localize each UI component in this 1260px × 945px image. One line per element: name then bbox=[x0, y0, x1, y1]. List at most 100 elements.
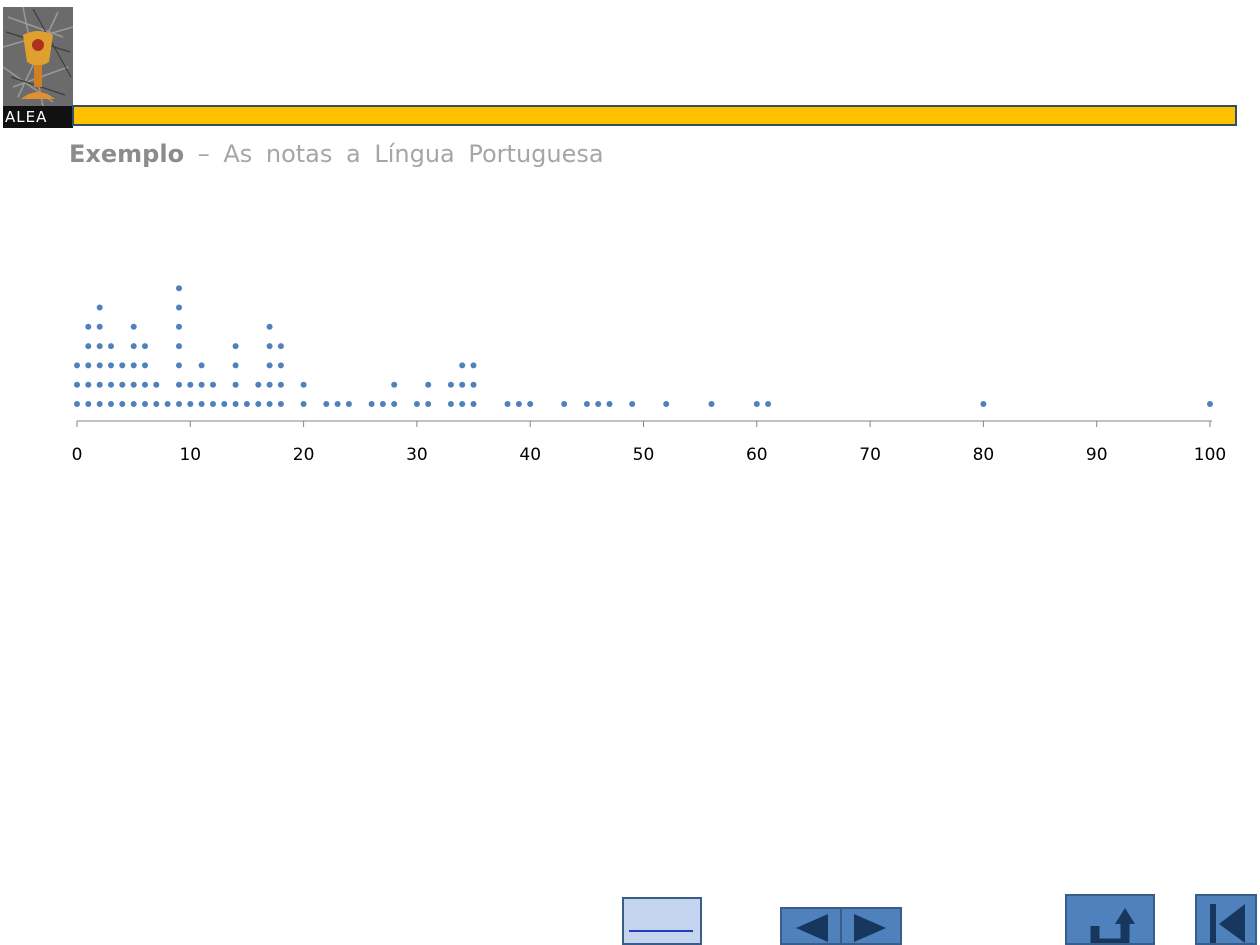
data-point bbox=[413, 401, 420, 407]
x-tick-label: 100 bbox=[1194, 445, 1226, 465]
data-point bbox=[187, 381, 194, 388]
data-point bbox=[198, 401, 205, 407]
data-point bbox=[119, 401, 126, 407]
data-point bbox=[606, 401, 613, 407]
data-point bbox=[96, 304, 103, 311]
data-point bbox=[142, 401, 148, 407]
x-tick-label: 70 bbox=[859, 445, 881, 465]
data-point bbox=[527, 401, 534, 407]
data-point bbox=[266, 362, 273, 369]
data-point bbox=[595, 401, 602, 407]
data-point bbox=[266, 323, 273, 330]
data-point bbox=[74, 401, 80, 407]
data-point bbox=[176, 381, 182, 388]
data-point bbox=[459, 401, 466, 407]
data-point bbox=[232, 362, 239, 369]
data-point bbox=[96, 381, 103, 388]
x-axis-ticks: 0 10 20 30 40 50 60 70 80 90 100 bbox=[72, 421, 1226, 465]
data-point bbox=[334, 401, 341, 407]
data-point bbox=[153, 381, 160, 388]
blank-link-button[interactable] bbox=[622, 897, 702, 945]
x-tick-label: 60 bbox=[746, 445, 768, 465]
link-underline bbox=[629, 930, 693, 932]
data-point bbox=[583, 401, 590, 407]
data-point bbox=[232, 381, 239, 388]
data-point bbox=[142, 362, 148, 369]
return-button[interactable] bbox=[1065, 894, 1155, 945]
data-point bbox=[708, 401, 715, 407]
data-point bbox=[96, 401, 103, 407]
data-point bbox=[187, 401, 194, 407]
data-point bbox=[447, 401, 454, 407]
data-point bbox=[277, 362, 284, 369]
page-title: Exemplo – As notas a Língua Portuguesa bbox=[69, 140, 604, 168]
data-point bbox=[300, 381, 307, 388]
next-button[interactable] bbox=[840, 907, 902, 945]
data-point bbox=[221, 401, 228, 407]
data-point bbox=[300, 401, 307, 407]
data-point bbox=[459, 362, 466, 369]
triangle-right-icon bbox=[854, 914, 886, 942]
data-point bbox=[176, 362, 182, 369]
chalice-icon bbox=[3, 7, 73, 106]
data-point bbox=[85, 362, 92, 369]
data-point bbox=[85, 343, 92, 350]
u-turn-arrow-icon bbox=[1090, 908, 1135, 943]
data-point bbox=[243, 401, 250, 407]
data-point bbox=[1207, 401, 1213, 407]
data-point bbox=[323, 401, 330, 407]
data-point bbox=[108, 381, 114, 388]
data-point bbox=[130, 362, 137, 369]
data-point bbox=[277, 381, 284, 388]
title-bar bbox=[72, 105, 1237, 126]
data-point bbox=[277, 343, 284, 350]
logo-text: ALEA bbox=[3, 106, 73, 128]
first-slide-button[interactable] bbox=[1195, 894, 1257, 945]
data-point bbox=[210, 401, 216, 407]
data-point bbox=[130, 401, 137, 407]
data-point bbox=[108, 401, 114, 407]
data-point bbox=[266, 401, 273, 407]
data-point bbox=[176, 343, 182, 350]
data-point bbox=[130, 381, 137, 388]
data-point bbox=[142, 343, 148, 350]
data-point bbox=[74, 362, 80, 369]
data-point bbox=[232, 401, 239, 407]
data-point bbox=[85, 323, 92, 330]
data-point bbox=[198, 362, 205, 369]
x-tick-label: 40 bbox=[519, 445, 541, 465]
data-point bbox=[266, 343, 273, 350]
data-point bbox=[277, 401, 284, 407]
data-point bbox=[425, 401, 432, 407]
data-point bbox=[255, 381, 262, 388]
data-point bbox=[176, 285, 182, 292]
x-tick-label: 50 bbox=[633, 445, 655, 465]
data-point bbox=[176, 304, 182, 311]
data-point bbox=[425, 381, 432, 388]
page-title-bold: Exemplo bbox=[69, 140, 185, 168]
previous-button[interactable] bbox=[780, 907, 842, 945]
data-point bbox=[470, 362, 477, 369]
x-tick-label: 0 bbox=[72, 445, 83, 465]
dot-plot: 0 10 20 30 40 50 60 70 80 90 100 bbox=[72, 285, 1226, 465]
data-point bbox=[368, 401, 375, 407]
data-point bbox=[74, 381, 80, 388]
data-point bbox=[379, 401, 386, 407]
x-tick-label: 30 bbox=[406, 445, 428, 465]
data-point bbox=[96, 323, 103, 330]
data-point bbox=[210, 381, 216, 388]
data-point bbox=[119, 381, 126, 388]
data-point bbox=[663, 401, 670, 407]
data-point bbox=[85, 401, 92, 407]
data-point bbox=[504, 401, 511, 407]
skip-to-start-icon bbox=[1210, 904, 1245, 943]
data-point bbox=[629, 401, 636, 407]
data-point bbox=[561, 401, 568, 407]
data-point bbox=[345, 401, 352, 407]
triangle-left-icon bbox=[796, 914, 828, 942]
data-point bbox=[153, 401, 160, 407]
dot-layer bbox=[74, 285, 1213, 407]
data-point bbox=[232, 343, 239, 350]
data-point bbox=[459, 381, 466, 388]
data-point bbox=[142, 381, 148, 388]
